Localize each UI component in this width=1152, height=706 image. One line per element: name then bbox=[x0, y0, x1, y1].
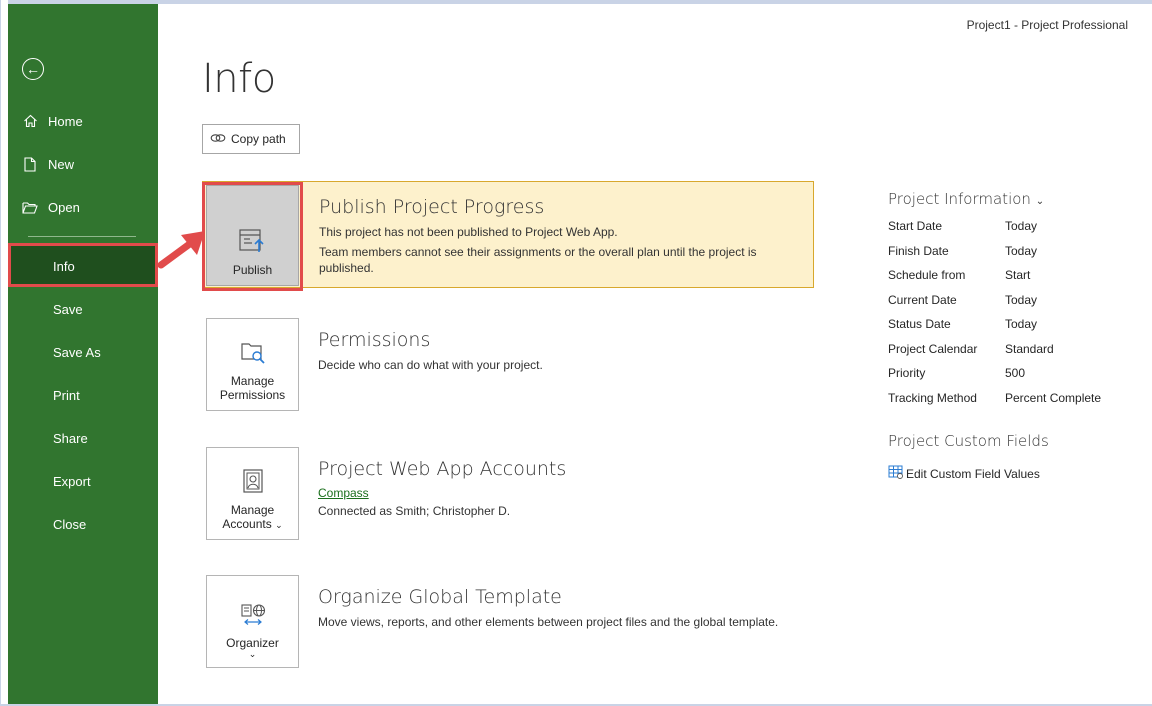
sidebar-item-close[interactable]: Close bbox=[8, 504, 158, 544]
page-title: Info bbox=[202, 56, 276, 102]
property-key: Priority bbox=[888, 366, 926, 381]
chevron-down-icon: ⌄ bbox=[1035, 196, 1045, 207]
manage-accounts-label-2: Accounts ⌄ bbox=[222, 517, 282, 531]
sidebar-item-print[interactable]: Print bbox=[8, 375, 158, 415]
publish-desc-2: Team members cannot see their assignment… bbox=[319, 245, 757, 275]
table-grid-icon bbox=[888, 465, 904, 482]
edit-custom-fields-button[interactable]: Edit Custom Field Values bbox=[888, 465, 1040, 482]
accounts-section: Manage Accounts ⌄ Project Web App Accoun… bbox=[202, 444, 814, 544]
property-value[interactable]: Start bbox=[1005, 268, 1030, 282]
property-row: Priority 500 bbox=[888, 361, 1128, 386]
copy-path-button[interactable]: Copy path bbox=[202, 124, 300, 154]
link-chain-icon bbox=[210, 132, 226, 147]
accounts-title: Project Web App Accounts bbox=[318, 458, 567, 480]
property-row: Current Date Today bbox=[888, 288, 1128, 313]
organizer-icon bbox=[236, 603, 270, 630]
sidebar-item-label: Print bbox=[53, 387, 80, 403]
manage-permissions-label-2: Permissions bbox=[219, 388, 286, 402]
sidebar-item-save[interactable]: Save bbox=[8, 289, 158, 329]
property-row: Tracking Method Percent Complete bbox=[888, 386, 1128, 411]
project-information-heading-text: Project Information bbox=[888, 190, 1031, 208]
property-key: Start Date bbox=[888, 219, 943, 234]
sidebar-item-label: Home bbox=[48, 113, 83, 129]
property-key: Tracking Method bbox=[888, 390, 977, 405]
property-value[interactable]: 500 bbox=[1005, 366, 1025, 380]
manage-permissions-label-1: Manage bbox=[230, 374, 275, 388]
property-value[interactable]: Percent Complete bbox=[1005, 391, 1101, 405]
manage-permissions-button[interactable]: Manage Permissions bbox=[206, 318, 299, 411]
project-information-heading[interactable]: Project Information ⌄ bbox=[888, 190, 1128, 208]
property-value[interactable]: Today bbox=[1005, 317, 1037, 331]
property-key: Current Date bbox=[888, 292, 957, 307]
back-arrow-icon[interactable]: ← bbox=[22, 58, 44, 80]
permissions-text: Permissions Decide who can do what with … bbox=[318, 329, 796, 373]
accounts-desc: Connected as Smith; Christopher D. bbox=[318, 504, 511, 518]
sidebar-item-label: Open bbox=[48, 199, 80, 215]
chevron-down-icon: ⌄ bbox=[275, 520, 283, 530]
window-title: Project1 - Project Professional bbox=[966, 18, 1128, 32]
permissions-desc: Decide who can do what with your project… bbox=[318, 358, 543, 372]
sidebar-item-save-as[interactable]: Save As bbox=[8, 332, 158, 372]
publish-highlight-box bbox=[202, 182, 303, 291]
sidebar-item-label: Save bbox=[53, 301, 83, 317]
property-row: Start Date Today bbox=[888, 214, 1128, 239]
property-key: Project Calendar bbox=[888, 341, 978, 356]
organizer-desc: Move views, reports, and other elements … bbox=[318, 615, 779, 629]
sidebar-item-label: New bbox=[48, 156, 75, 172]
home-icon bbox=[22, 114, 38, 128]
organizer-button[interactable]: Organizer ⌄ bbox=[206, 575, 299, 668]
sidebar-item-export[interactable]: Export bbox=[8, 461, 158, 501]
folder-open-icon bbox=[22, 201, 38, 214]
organizer-title: Organize Global Template bbox=[318, 586, 562, 608]
publish-text: Publish Project Progress This project ha… bbox=[319, 196, 795, 276]
sidebar-item-label: Export bbox=[53, 473, 91, 489]
property-value[interactable]: Standard bbox=[1005, 342, 1054, 356]
property-key: Status Date bbox=[888, 317, 951, 332]
info-highlight-box bbox=[8, 243, 158, 287]
compass-link[interactable]: Compass bbox=[318, 486, 796, 500]
organizer-section: Organizer ⌄ Organize Global Template Mov… bbox=[202, 572, 814, 672]
sidebar-item-share[interactable]: Share bbox=[8, 418, 158, 458]
custom-fields-heading: Project Custom Fields bbox=[888, 432, 1049, 450]
publish-title: Publish Project Progress bbox=[319, 196, 545, 218]
property-key: Schedule from bbox=[888, 268, 966, 283]
permissions-section: Manage Permissions Permissions Decide wh… bbox=[202, 315, 814, 415]
property-value[interactable]: Today bbox=[1005, 244, 1037, 258]
project-information-panel: Project Information ⌄ Start Date Today F… bbox=[888, 190, 1128, 410]
property-row: Finish Date Today bbox=[888, 239, 1128, 264]
permissions-title: Permissions bbox=[318, 329, 431, 351]
property-key: Finish Date bbox=[888, 243, 949, 258]
manage-accounts-label-1: Manage bbox=[230, 503, 275, 517]
chevron-down-icon: ⌄ bbox=[248, 649, 257, 659]
sidebar-item-open[interactable]: Open bbox=[8, 187, 158, 227]
window-frame-left bbox=[0, 0, 8, 706]
accounts-text: Project Web App Accounts Compass Connect… bbox=[318, 458, 796, 519]
new-document-icon bbox=[22, 156, 38, 172]
property-row: Status Date Today bbox=[888, 312, 1128, 337]
publish-desc-1: This project has not been published to P… bbox=[319, 225, 618, 239]
sidebar-divider bbox=[28, 236, 136, 237]
edit-custom-fields-label: Edit Custom Field Values bbox=[906, 466, 1040, 481]
sidebar-item-label: Save As bbox=[53, 344, 101, 360]
account-card-icon bbox=[241, 468, 265, 497]
copy-path-label: Copy path bbox=[231, 132, 286, 146]
folder-search-icon bbox=[239, 339, 267, 368]
sidebar-item-label: Close bbox=[53, 516, 87, 532]
property-row: Schedule from Start bbox=[888, 263, 1128, 288]
backstage-sidebar: ← Home New Open Info Save Save As Print … bbox=[8, 4, 158, 704]
property-value[interactable]: Today bbox=[1005, 219, 1037, 233]
property-row: Project Calendar Standard bbox=[888, 337, 1128, 362]
organizer-button-label: Organizer bbox=[226, 636, 279, 650]
manage-accounts-label-2-text: Accounts bbox=[222, 517, 272, 531]
organizer-text: Organize Global Template Move views, rep… bbox=[318, 586, 796, 630]
property-value[interactable]: Today bbox=[1005, 293, 1037, 307]
sidebar-item-label: Share bbox=[53, 430, 88, 446]
sidebar-item-home[interactable]: Home bbox=[8, 101, 158, 141]
manage-accounts-button[interactable]: Manage Accounts ⌄ bbox=[206, 447, 299, 540]
window-frame-top bbox=[0, 0, 1152, 4]
sidebar-item-new[interactable]: New bbox=[8, 144, 158, 184]
